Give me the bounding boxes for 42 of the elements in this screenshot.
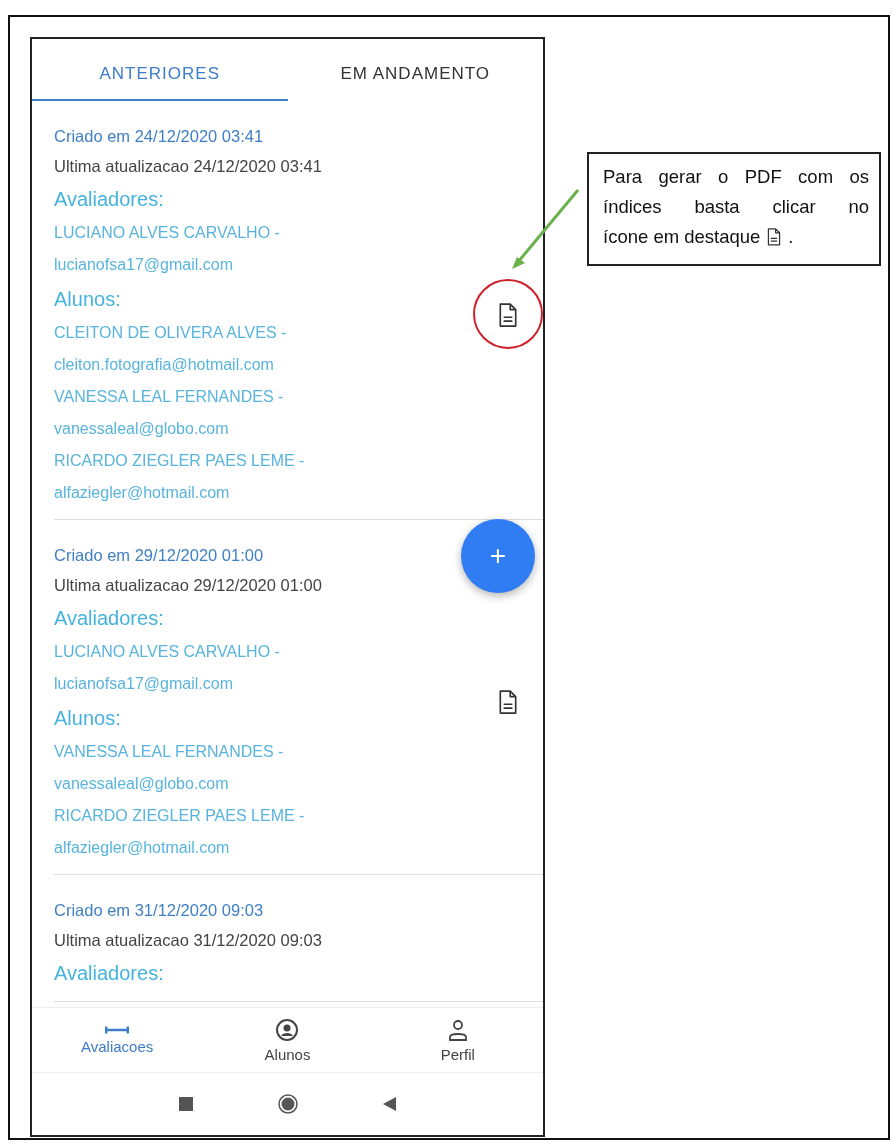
document-icon[interactable] <box>766 228 783 246</box>
person-email: lucianofsa17@gmail.com <box>54 255 234 275</box>
person-name: VANESSA LEAL FERNANDES - <box>54 742 285 762</box>
updated-date: Ultima atualizacao 29/12/2020 01:00 <box>54 575 323 596</box>
person-name: RICARDO ZIEGLER PAES LEME - <box>54 806 306 826</box>
tab[interactable]: ANTERIORES <box>32 39 288 101</box>
document-icon[interactable] <box>497 690 519 715</box>
nav-item[interactable]: Avaliacoes <box>32 1008 203 1072</box>
person-email: cleiton.fotografia@hotmail.com <box>54 355 275 375</box>
section-label: Avaliadores: <box>54 606 165 631</box>
person-name: RICARDO ZIEGLER PAES LEME - <box>54 451 306 471</box>
created-date: Criado em 31/12/2020 09:03 <box>54 900 265 921</box>
person-name: LUCIANO ALVES CARVALHO - <box>54 223 281 243</box>
nav-item[interactable]: Perfil <box>372 1008 543 1072</box>
tab[interactable]: EM ANDAMENTO <box>287 39 543 101</box>
section-label: Avaliadores: <box>54 961 165 986</box>
person-email: vanessaleal@globo.com <box>54 774 230 794</box>
ruler-icon <box>105 1025 130 1034</box>
section-label: Alunos: <box>54 706 122 731</box>
updated-date: Ultima atualizacao 24/12/2020 03:41 <box>54 156 323 177</box>
add-button[interactable]: + <box>461 519 535 593</box>
person-email: vanessaleal@globo.com <box>54 419 230 439</box>
person-email: lucianofsa17@gmail.com <box>54 674 234 694</box>
person-name: LUCIANO ALVES CARVALHO - <box>54 642 281 662</box>
account-circle-icon <box>275 1017 300 1042</box>
callout-text: ícone em destaque <box>603 225 761 249</box>
callout-text: índices basta clicar no <box>603 195 869 219</box>
section-label: Alunos: <box>54 287 122 312</box>
created-date: Criado em 24/12/2020 03:41 <box>54 126 265 147</box>
updated-date: Ultima atualizacao 31/12/2020 09:03 <box>54 930 323 951</box>
back-icon[interactable] <box>383 1097 396 1111</box>
person-email: alfaziegler@hotmail.com <box>54 838 231 858</box>
created-date: Criado em 29/12/2020 01:00 <box>54 545 265 566</box>
person-name: CLEITON DE OLIVERA ALVES - <box>54 323 288 343</box>
home-icon[interactable] <box>278 1094 298 1114</box>
person-email: alfaziegler@hotmail.com <box>54 483 231 503</box>
person-name: VANESSA LEAL FERNANDES - <box>54 387 285 407</box>
callout-text: Para gerar o PDF com os <box>603 165 869 189</box>
nav-item[interactable]: Alunos <box>202 1008 373 1072</box>
callout-period: . <box>788 225 794 249</box>
document-icon[interactable] <box>497 303 519 328</box>
section-label: Avaliadores: <box>54 187 165 212</box>
